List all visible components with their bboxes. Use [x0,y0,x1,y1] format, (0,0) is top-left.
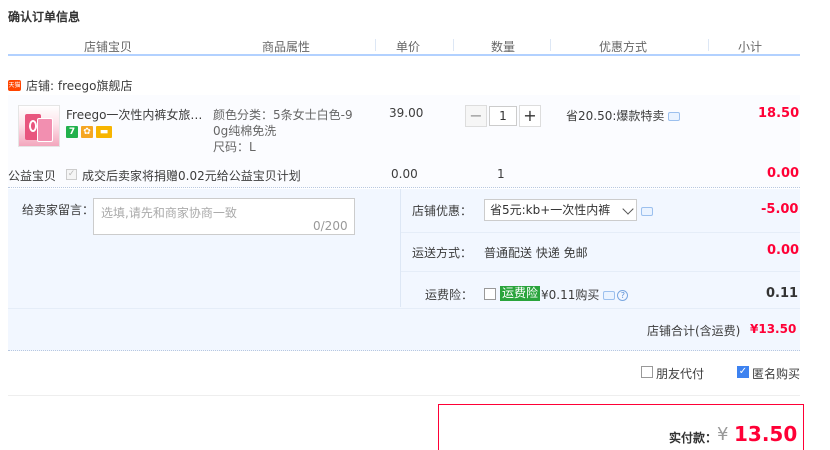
friend-pay-label: 朋友代付 [656,367,705,381]
public-welfare-checkbox: ✓ [66,169,77,180]
column-header-attr: 商品属性 [261,40,310,54]
store-discount-label: 店铺优惠： [412,204,473,218]
product-name-link[interactable]: Freego一次性内裤女旅… [66,106,202,123]
product-badges: 7 ✿ ▬ [66,126,115,140]
message-label: 给卖家留言： [22,203,95,217]
store-discount-amount: -5.00 [761,202,799,217]
product-attr-color-cont: 0g纯棉免洗 [213,124,277,138]
quantity-input[interactable]: 1 [489,106,517,126]
product-attr-color: 颜色分类：5条女士白色-9 [213,108,353,122]
discount-chat-icon[interactable] [641,204,653,218]
friend-pay-checkbox[interactable] [641,366,653,378]
promo-info: 省20.50:爆款特卖 [566,107,681,124]
insurance-checkbox[interactable] [484,288,496,300]
column-header-price: 单价 [395,40,420,54]
header-divider [550,39,551,51]
store-discount-select[interactable]: 省5元:kb+一次性内裤 [484,199,637,221]
promo-text: 省20.50:爆款特卖 [566,109,665,123]
public-welfare-quantity: 1 [497,167,505,181]
quantity-stepper: − 1 + [465,105,541,127]
decrease-quantity-button[interactable]: − [465,105,487,127]
chat-icon [641,207,653,216]
yellow-flower-badge-icon: ✿ [81,126,93,138]
tmall-store-icon: 天猫 [8,80,21,91]
insurance-amount: 0.11 [766,286,799,301]
payment-label: 实付款： [669,431,718,445]
header-divider [708,39,709,51]
column-header-promo: 优惠方式 [598,40,647,54]
unit-price: 39.00 [389,106,424,120]
insurance-price-text: ¥0.11购买 [541,288,600,302]
chat-icon[interactable] [668,112,681,121]
page-title: 确认订单信息 [8,10,81,24]
seller-message-placeholder: 选填,请先和商家协商一致 [101,206,237,220]
anonymous-purchase-label: 匿名购买 [752,367,801,381]
anonymous-purchase-checkbox[interactable]: ✓ [737,366,749,378]
public-welfare-subtotal: 0.00 [767,166,800,181]
insurance-price: ¥0.11购买? [541,286,629,303]
store-label: 店铺: [26,79,55,93]
column-header-item: 店铺宝贝 [83,40,132,54]
column-header-subtotal: 小计 [737,40,762,54]
options-row-divider [401,271,800,272]
green-7-badge-icon: 7 [66,126,78,138]
payment-amount: 13.50 [734,422,798,446]
increase-quantity-button[interactable]: + [519,105,541,127]
question-icon[interactable]: ? [617,290,629,301]
store-total-value: ¥13.50 [750,322,797,336]
shipping-label: 运送方式： [412,246,473,260]
payment-currency: ¥ [717,424,729,445]
column-header-quantity: 数量 [490,40,515,54]
store-total-label: 店铺合计(含运费) [647,324,741,338]
options-row-divider [8,308,800,309]
options-row-divider [401,232,800,233]
public-welfare-label: 公益宝贝 [8,169,57,183]
product-thumbnail[interactable] [18,105,60,147]
table-header: 店铺宝贝 商品属性 单价 数量 优惠方式 小计 [8,36,800,56]
chat-icon[interactable] [603,291,616,300]
item-subtotal: 18.50 [758,106,800,121]
store-name-link[interactable]: freego旗舰店 [58,79,133,93]
header-divider [375,39,376,51]
public-welfare-price: 0.00 [391,167,418,181]
insurance-label: 运费险： [425,288,474,302]
insurance-tag: 运费险 [500,286,541,301]
public-welfare-text: 成交后卖家将捐赠0.02元给公益宝贝计划 [82,169,301,183]
message-char-count: 0/200 [313,219,348,233]
store-discount-selected: 省5元:kb+一次性内裤 [490,203,611,217]
store-name[interactable]: 店铺: freego旗舰店 [26,77,133,94]
product-attr-size: 尺码：L [213,140,256,154]
chevron-down-icon [622,203,634,215]
shipping-method: 普通配送 快递 免邮 [484,246,588,260]
shipping-amount: 0.00 [767,243,800,258]
divider [8,395,800,396]
card-badge-icon: ▬ [96,126,112,138]
header-divider [453,39,454,51]
options-divider [400,189,401,307]
